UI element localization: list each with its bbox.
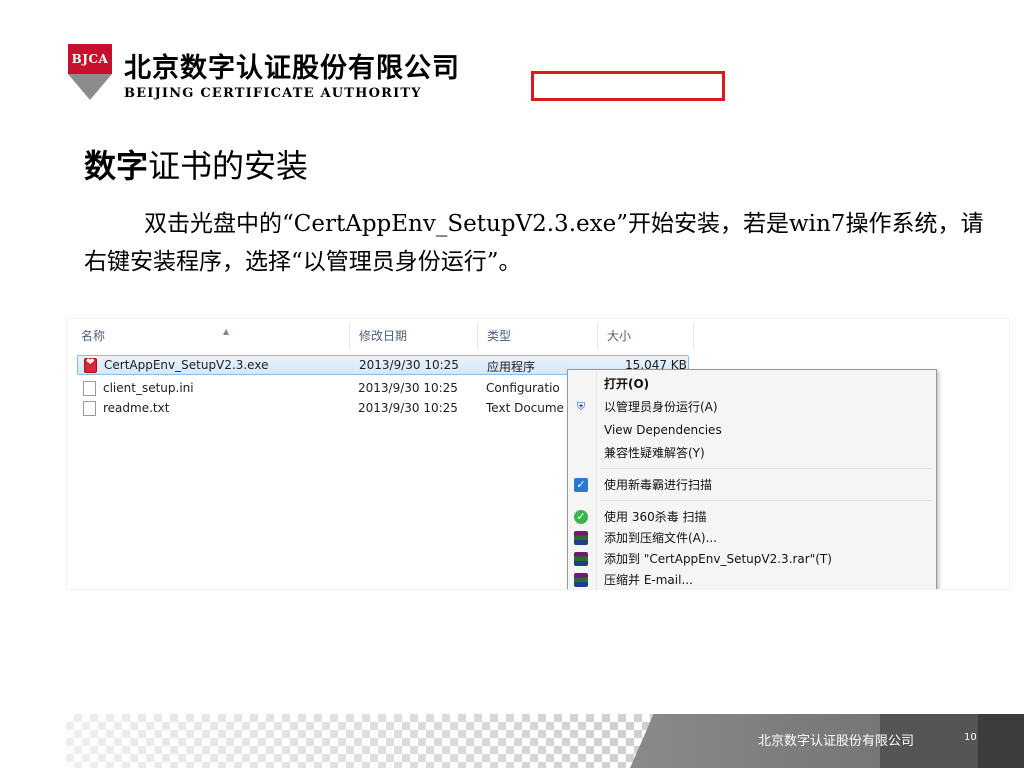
context-menu: 打开(O) ⛨ 以管理员身份运行(A) View Dependencies 兼容…	[567, 369, 937, 589]
column-separator[interactable]	[597, 323, 598, 349]
winrar-icon	[574, 552, 588, 566]
menu-item-add-to-rar[interactable]: 添加到 "CertAppEnv_SetupV2.3.rar"(T)	[604, 549, 832, 569]
footer: 北京数字认证股份有限公司 10	[0, 714, 1024, 768]
file-name: readme.txt	[103, 401, 170, 415]
slide-title-bold: 数字	[84, 147, 149, 185]
menu-separator	[600, 500, 932, 501]
shield-icon: ⛨	[576, 400, 586, 413]
column-header-type[interactable]: 类型	[487, 327, 511, 345]
company-name-en: BEIJING CERTIFICATE AUTHORITY	[124, 86, 422, 101]
highlight-box	[531, 71, 725, 101]
file-name: client_setup.ini	[103, 381, 194, 395]
column-header-name-label: 名称	[81, 329, 106, 343]
footer-company: 北京数字认证股份有限公司	[758, 734, 915, 749]
slide-title: 数字证书的安装	[84, 141, 308, 187]
menu-item-duba-scan[interactable]: 使用新毒霸进行扫描	[604, 475, 712, 495]
winrar-icon	[574, 531, 588, 545]
file-type: Text Docume	[486, 401, 564, 415]
footer-band-darker	[978, 714, 1024, 768]
menu-item-view-dependencies[interactable]: View Dependencies	[604, 420, 722, 440]
menu-item-add-to-archive[interactable]: 添加到压缩文件(A)...	[604, 528, 717, 548]
column-header-name[interactable]: 名称 ▲	[81, 327, 229, 345]
app-icon	[84, 357, 97, 373]
bjca-logo: BJCA	[68, 44, 112, 100]
page-number: 10	[964, 732, 977, 743]
document-icon	[83, 381, 96, 396]
file-type: 应用程序	[487, 360, 536, 374]
column-header-date[interactable]: 修改日期	[359, 327, 407, 345]
winrar-icon	[574, 573, 588, 587]
file-name: CertAppEnv_SetupV2.3.exe	[104, 358, 269, 372]
file-date: 2013/9/30 10:25	[358, 401, 458, 415]
menu-item-360-scan[interactable]: 使用 360杀毒 扫描	[604, 507, 707, 527]
360-shield-icon: ✓	[574, 510, 588, 524]
checker-pattern	[66, 714, 656, 768]
menu-gutter	[596, 372, 597, 589]
company-name-cn: 北京数字认证股份有限公司	[124, 53, 460, 84]
instruction-paragraph: 双击光盘中的“CertAppEnv_SetupV2.3.exe”开始安装，若是w…	[84, 211, 984, 275]
file-type: Configuratio	[486, 381, 560, 395]
column-separator[interactable]	[477, 323, 478, 349]
column-header-size[interactable]: 大小	[607, 327, 631, 345]
column-separator[interactable]	[693, 323, 694, 349]
column-separator[interactable]	[349, 323, 350, 349]
document-icon	[83, 401, 96, 416]
menu-item-compress-email[interactable]: 压缩并 E-mail...	[604, 570, 693, 589]
menu-item-compat-troubleshoot[interactable]: 兼容性疑难解答(Y)	[604, 443, 705, 463]
slide-title-rest: 证书的安装	[148, 147, 309, 185]
menu-item-open[interactable]: 打开(O)	[604, 374, 649, 394]
file-date: 2013/9/30 10:25	[359, 358, 459, 372]
explorer-screenshot: 名称 ▲ 修改日期 类型 大小 CertAppEnv_SetupV2.3.exe…	[66, 318, 1010, 590]
antivirus-check-icon: ✓	[574, 478, 588, 492]
logo-triangle	[68, 74, 112, 100]
logo-text: BJCA	[68, 44, 112, 74]
file-date: 2013/9/30 10:25	[358, 381, 458, 395]
menu-separator	[600, 468, 932, 469]
sort-ascending-icon: ▲	[223, 327, 230, 336]
menu-item-run-as-admin[interactable]: 以管理员身份运行(A)	[604, 397, 718, 417]
